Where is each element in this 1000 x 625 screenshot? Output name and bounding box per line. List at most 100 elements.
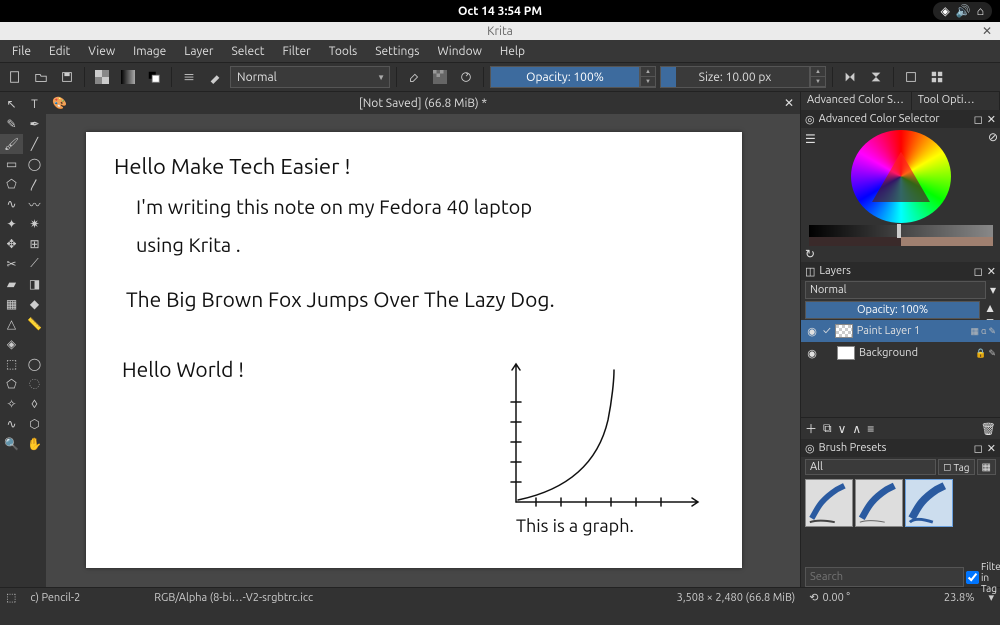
tool-line[interactable]: ╱ <box>23 134 46 154</box>
menu-file[interactable]: File <box>4 43 39 60</box>
visibility-toggle[interactable]: ◉ <box>805 347 819 360</box>
lock-icon[interactable]: 🔒 <box>975 348 986 359</box>
brush-search-input[interactable] <box>805 567 964 587</box>
tool-edit-shapes[interactable]: ✎ <box>0 114 23 134</box>
tool-select-similar[interactable]: ◊ <box>23 394 46 414</box>
tool-crop[interactable]: ✂ <box>0 254 23 274</box>
visibility-toggle[interactable]: ◉ <box>805 325 819 338</box>
layer-row-background[interactable]: ◉ Background 🔒✎ <box>801 342 1000 364</box>
color-swatch[interactable] <box>143 66 165 88</box>
tool-pan[interactable]: ✋ <box>23 434 46 454</box>
size-stepper[interactable]: ▲▼ <box>810 66 826 88</box>
reload-preset-button[interactable] <box>455 66 477 88</box>
tool-polygon[interactable]: ⬠ <box>0 174 23 194</box>
close-panel-icon[interactable]: ✕ <box>987 113 996 126</box>
menu-view[interactable]: View <box>80 43 123 60</box>
tool-select-ellipse[interactable]: ◯ <box>23 354 46 374</box>
tab-advanced-color-selector[interactable]: Advanced Color Selec… <box>801 92 912 110</box>
tool-fill[interactable]: ▰ <box>0 274 23 294</box>
system-tray[interactable]: ◈ 🔊 ⌂ <box>933 2 992 20</box>
menu-help[interactable]: Help <box>492 43 533 60</box>
delete-layer-button[interactable]: 🗑 <box>981 422 996 436</box>
tool-ellipse[interactable]: ◯ <box>23 154 46 174</box>
tool-select-free[interactable]: ◌ <box>23 374 46 394</box>
workspace-button[interactable] <box>926 66 948 88</box>
pattern-swatch[interactable] <box>91 66 113 88</box>
document-tab[interactable]: 🎨 [Not Saved] (66.8 MiB) * ✕ <box>46 92 800 114</box>
layer-props-button[interactable]: ≡ <box>867 422 874 436</box>
brush-preset-button[interactable] <box>204 66 226 88</box>
move-up-button[interactable]: ∧ <box>852 422 861 436</box>
mirror-v-button[interactable] <box>865 66 887 88</box>
layer-opacity-stepper[interactable]: ▲▼ <box>984 301 996 319</box>
status-colorspace[interactable]: RGB/Alpha (8-bi…-V2-srgbtrc.icc <box>154 592 313 604</box>
menu-image[interactable]: Image <box>125 43 174 60</box>
float-layers-icon[interactable]: ◻ <box>974 265 983 278</box>
menu-window[interactable]: Window <box>429 43 489 60</box>
add-layer-button[interactable]: ＋ <box>805 420 817 437</box>
layer-blend-combo[interactable]: Normal <box>805 281 986 299</box>
tool-move[interactable]: ✥ <box>0 234 23 254</box>
tool-reference[interactable]: ◈ <box>0 334 23 354</box>
filter-icon[interactable]: ▾ <box>990 283 996 297</box>
tool-transform2[interactable]: ⊞ <box>23 234 46 254</box>
tool-select-contig[interactable]: ✧ <box>0 394 23 414</box>
tab-tool-options[interactable]: Tool Opti… <box>912 92 1000 110</box>
tool-freehand-brush[interactable]: 🖌 <box>0 134 23 154</box>
tool-rectangle[interactable]: ▭ <box>0 154 23 174</box>
value-slider[interactable] <box>809 225 993 236</box>
close-brush-icon[interactable]: ✕ <box>987 442 996 455</box>
canvas[interactable]: Hello Make Tech Easier ! I'm writing thi… <box>86 132 742 568</box>
eraser-toggle[interactable] <box>403 66 425 88</box>
tool-smart-fill[interactable]: ◆ <box>23 294 46 314</box>
tool-color-picker[interactable]: ⟋ <box>23 254 46 274</box>
brush-preset-1[interactable] <box>805 479 853 527</box>
tool-select-bezier[interactable]: ∿ <box>0 414 23 434</box>
float-panel-icon[interactable]: ◻ <box>974 113 983 126</box>
color-selector[interactable]: ☰ ⊘ <box>801 128 1000 246</box>
tool-freehand-path[interactable]: 〰 <box>23 194 46 214</box>
tool-gradient[interactable]: ◨ <box>23 274 46 294</box>
menu-filter[interactable]: Filter <box>274 43 318 60</box>
layer-row-paint1[interactable]: ◉ ✓ Paint Layer 1 ▦α✎ <box>801 320 1000 342</box>
opacity-stepper[interactable]: ▲▼ <box>640 66 656 88</box>
close-layers-icon[interactable]: ✕ <box>987 265 996 278</box>
acs-menu-icon[interactable]: ☰ <box>805 132 816 146</box>
brush-preset-2[interactable] <box>855 479 903 527</box>
brush-preset-3[interactable] <box>905 479 953 527</box>
gradient-swatch[interactable] <box>117 66 139 88</box>
window-close-button[interactable]: ✕ <box>982 24 992 38</box>
status-zoom[interactable]: 23.8% <box>944 592 975 604</box>
tool-bezier[interactable]: ∿ <box>0 194 23 214</box>
tool-calligraphy[interactable]: ✒ <box>23 114 46 134</box>
tool-select-magnetic[interactable]: ⬡ <box>23 414 46 434</box>
zoom-menu-icon[interactable]: ▾ <box>988 591 994 604</box>
tool-select-poly[interactable]: ⬠ <box>0 374 23 394</box>
view-mode-button[interactable]: ▦ <box>977 459 996 475</box>
tool-select-rect[interactable]: ⬚ <box>0 354 23 374</box>
tool-polyline[interactable]: 〳 <box>23 174 46 194</box>
tool-zoom[interactable]: 🔍 <box>0 434 23 454</box>
filter-in-tag-checkbox[interactable]: Filter in Tag <box>966 567 1000 587</box>
tool-measure[interactable]: 📏 <box>23 314 46 334</box>
tool-assistant[interactable]: △ <box>0 314 23 334</box>
menu-tools[interactable]: Tools <box>321 43 366 60</box>
tool-transform[interactable]: ↖ <box>0 94 23 114</box>
new-file-button[interactable] <box>4 66 26 88</box>
status-angle[interactable]: ⟲ 0.00 ° <box>809 591 850 604</box>
wrap-button[interactable] <box>900 66 922 88</box>
acs-reset-icon[interactable]: ⊘ <box>988 130 998 144</box>
menu-layer[interactable]: Layer <box>176 43 221 60</box>
duplicate-layer-button[interactable]: ⧉ <box>823 422 832 436</box>
tool-pattern[interactable]: ▦ <box>0 294 23 314</box>
move-down-button[interactable]: ∨ <box>838 422 847 436</box>
open-file-button[interactable] <box>30 66 52 88</box>
menu-select[interactable]: Select <box>223 43 272 60</box>
close-document-button[interactable]: ✕ <box>784 96 794 110</box>
tool-dynamic[interactable]: ✦ <box>0 214 23 234</box>
alpha-lock-button[interactable] <box>429 66 451 88</box>
alpha-icon[interactable]: ▦ <box>971 326 980 337</box>
color-wheel[interactable] <box>851 130 951 223</box>
tag-button[interactable]: ◻ Tag <box>938 459 974 475</box>
size-slider[interactable]: Size: 10.00 px <box>660 66 810 88</box>
